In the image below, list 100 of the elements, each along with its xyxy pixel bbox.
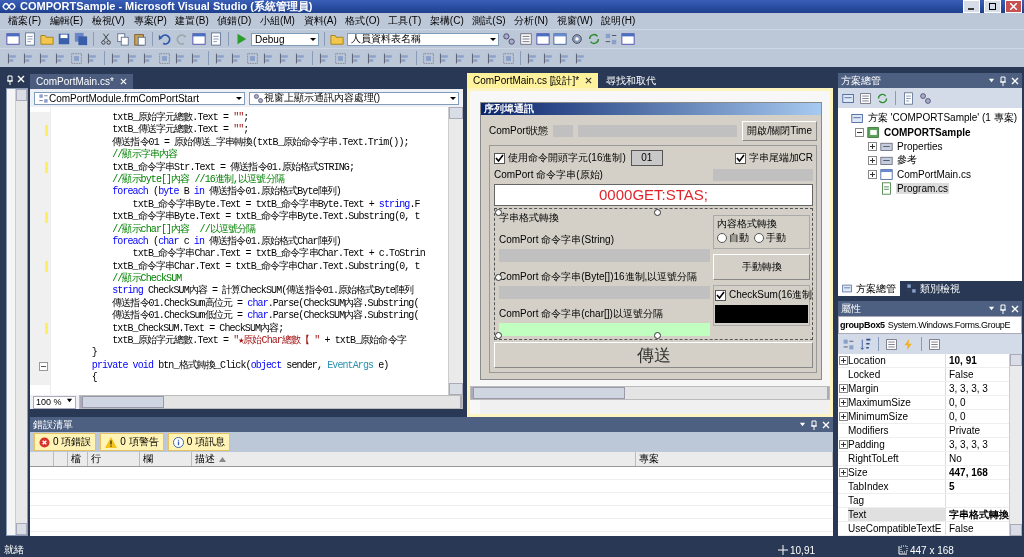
diagram-icon[interactable]: [919, 91, 932, 105]
properties-icon[interactable]: [885, 337, 898, 351]
tree-item[interactable]: Program.cs: [896, 182, 950, 194]
align-icon[interactable]: [6, 51, 19, 65]
align-icon[interactable]: [294, 51, 307, 65]
add-item-icon[interactable]: [23, 32, 37, 46]
tree-item[interactable]: ComPortMain.cs: [896, 168, 972, 180]
filter-button[interactable]: 0 項錯誤: [34, 433, 97, 451]
paste-icon[interactable]: [133, 32, 147, 46]
save-all-icon[interactable]: [74, 32, 88, 46]
expand-icon[interactable]: [868, 155, 877, 165]
menu-item[interactable]: 建置(B): [171, 13, 214, 29]
property-name[interactable]: Locked: [848, 368, 946, 381]
cut-icon[interactable]: [99, 32, 113, 46]
zoom-dropdown[interactable]: 100 %: [33, 395, 76, 409]
scrollbar[interactable]: [470, 386, 830, 400]
column-header[interactable]: 欄: [140, 452, 192, 466]
scrollbar[interactable]: [448, 107, 463, 395]
pin-icon[interactable]: [6, 75, 14, 85]
align-icon[interactable]: [126, 51, 139, 65]
align-icon[interactable]: [86, 51, 99, 65]
align-icon[interactable]: [350, 51, 363, 65]
send-button[interactable]: 傳送: [494, 342, 813, 368]
class-icon[interactable]: [604, 32, 618, 46]
align-icon[interactable]: [38, 51, 51, 65]
menu-item[interactable]: 格式(O): [341, 13, 385, 29]
pin-icon[interactable]: [999, 303, 1007, 314]
group-box[interactable]: 字串格式轉換 ComPort 命令字串(String) ComPort 命令字串(Byte[])16進制,以逗號分隔 ComPort 命令字串(char[])以逗號分隔 內容格式轉換 自動 手動 手動轉換 CheckSum(16進制: [494, 208, 813, 340]
menu-item[interactable]: 檔案(F): [4, 13, 46, 29]
menu-item[interactable]: 工具(T): [384, 13, 426, 29]
expand-icon[interactable]: [868, 141, 877, 151]
property-value[interactable]: Private: [946, 425, 981, 436]
menu-item[interactable]: 檢視(V): [87, 13, 130, 29]
property-name[interactable]: Padding: [848, 438, 946, 451]
scrollbar[interactable]: [78, 395, 463, 409]
checkbox[interactable]: [734, 152, 746, 164]
align-icon[interactable]: [142, 51, 155, 65]
window-icon[interactable]: [536, 32, 550, 46]
data-source-dropdown[interactable]: 人員資料表名稱: [347, 32, 499, 46]
align-icon[interactable]: [558, 51, 571, 65]
scrollbar[interactable]: [1009, 354, 1022, 536]
document-icon[interactable]: [209, 32, 223, 46]
align-icon[interactable]: [278, 51, 291, 65]
property-value[interactable]: No: [946, 453, 962, 464]
tree-item[interactable]: COMPORTSample: [883, 126, 972, 138]
panel-tab[interactable]: 類別檢視: [902, 281, 964, 296]
form-window[interactable]: [480, 102, 822, 380]
checkbox[interactable]: [494, 152, 505, 164]
property-value[interactable]: False: [946, 523, 974, 534]
member-dropdown[interactable]: 視窗上顯示通訊內容處理(): [248, 91, 459, 105]
align-icon[interactable]: [54, 51, 67, 65]
align-icon[interactable]: [398, 51, 411, 65]
align-icon[interactable]: [382, 51, 395, 65]
property-name[interactable]: Modifiers: [848, 424, 946, 437]
object-selector[interactable]: groupBox5 System.Windows.Forms.GroupE: [838, 316, 1022, 334]
document-tab[interactable]: ComPortMain.cs [設計]*: [467, 73, 599, 88]
expand-icon[interactable]: [868, 169, 877, 179]
property-name[interactable]: MinimumSize: [848, 410, 946, 423]
menu-item[interactable]: 說明(H): [597, 13, 640, 29]
dropdown-icon[interactable]: [988, 305, 995, 312]
property-value[interactable]: 3, 3, 3, 3: [946, 383, 988, 394]
minimize-button[interactable]: [963, 0, 980, 13]
expand-icon[interactable]: [838, 412, 848, 421]
expand-icon[interactable]: [838, 468, 848, 477]
menu-item[interactable]: 小組(M): [255, 13, 300, 29]
property-value[interactable]: 10, 91: [946, 355, 977, 366]
filter-button[interactable]: 0 項訊息: [167, 433, 231, 451]
align-icon[interactable]: [542, 51, 555, 65]
column-header[interactable]: 行: [88, 452, 140, 466]
menu-item[interactable]: 視窗(W): [552, 13, 598, 29]
text-field[interactable]: [499, 323, 710, 336]
refresh-icon[interactable]: [876, 91, 889, 105]
panel-tab[interactable]: 方案總管: [838, 281, 900, 296]
property-name[interactable]: Tag: [848, 494, 946, 507]
sort-icon[interactable]: [859, 337, 872, 351]
form-icon[interactable]: [553, 32, 567, 46]
align-icon[interactable]: [574, 51, 587, 65]
property-value[interactable]: 0, 0: [946, 411, 966, 422]
collapse-icon[interactable]: [39, 361, 48, 371]
close-icon[interactable]: [585, 77, 593, 84]
configuration-dropdown[interactable]: Debug: [251, 32, 319, 46]
close-button[interactable]: [1005, 0, 1022, 13]
menu-item[interactable]: 專案(P): [129, 13, 172, 29]
tree-item[interactable]: Properties: [896, 140, 944, 152]
align-icon[interactable]: [214, 51, 227, 65]
property-value[interactable]: False: [946, 369, 974, 380]
menu-item[interactable]: 測試(S): [468, 13, 510, 29]
prefix-field[interactable]: 01: [630, 150, 663, 166]
menu-item[interactable]: 偵錯(D): [213, 13, 256, 29]
collapse-icon[interactable]: [855, 127, 864, 137]
property-value[interactable]: 0, 0: [946, 397, 966, 408]
pin-icon[interactable]: [810, 419, 818, 430]
properties-icon[interactable]: [519, 32, 533, 46]
command-input[interactable]: 0000GET:STAS;: [494, 184, 813, 206]
document-tab[interactable]: 尋找和取代: [600, 73, 663, 88]
property-name[interactable]: UseCompatibleTextE: [848, 522, 946, 535]
expand-icon[interactable]: [838, 398, 848, 407]
property-value[interactable]: 字串格式轉換: [946, 507, 1009, 522]
property-name[interactable]: Size: [848, 466, 946, 479]
undo-icon[interactable]: [158, 32, 172, 46]
